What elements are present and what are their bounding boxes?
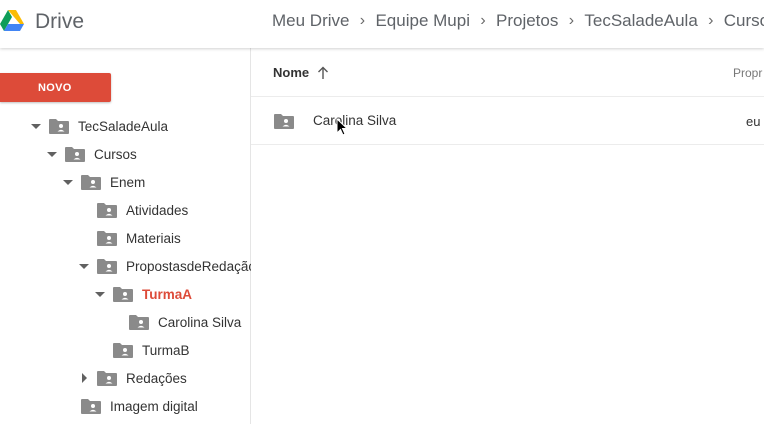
shared-folder-icon bbox=[48, 118, 70, 135]
arrow-up-icon[interactable] bbox=[317, 66, 329, 80]
chevron-right-icon: › bbox=[568, 12, 575, 29]
file-owner: eu bbox=[746, 114, 761, 129]
tree-item-label: Carolina Silva bbox=[158, 314, 242, 330]
app-title[interactable]: Drive bbox=[35, 10, 84, 34]
column-header-name-label: Nome bbox=[273, 65, 310, 80]
tree-item-cursos[interactable]: Cursos bbox=[46, 142, 137, 166]
tree-item-label: Imagem digital bbox=[110, 398, 198, 414]
chevron-right-icon: › bbox=[708, 12, 714, 29]
tree-item-label: TecSaladeAula bbox=[78, 118, 169, 134]
tree-item-label: Cursos bbox=[94, 146, 137, 162]
tree-item-carolina-silva[interactable]: Carolina Silva bbox=[110, 310, 241, 334]
shared-folder-icon bbox=[112, 342, 134, 359]
shared-folder-icon bbox=[96, 258, 118, 275]
tree-item-tecsaladeaula[interactable]: TecSaladeAula bbox=[30, 114, 168, 138]
breadcrumb-cursos[interactable]: Cursos bbox=[724, 11, 764, 31]
tree-item-enem[interactable]: Enem bbox=[62, 170, 145, 194]
tree-item-redacoes[interactable]: Redações bbox=[78, 366, 187, 390]
triangle-down-icon bbox=[47, 151, 57, 157]
tree-item-propostasderedacao[interactable]: PropostasdeRedação bbox=[78, 254, 256, 278]
table-row[interactable]: Carolina Silva eu bbox=[251, 97, 764, 145]
shared-folder-icon bbox=[96, 230, 118, 247]
column-header-name[interactable]: Nome bbox=[273, 65, 329, 80]
file-list: Nome Propr Carolina Silva eu bbox=[251, 48, 764, 424]
tree-item-label: Enem bbox=[110, 174, 146, 190]
breadcrumb-tecsaladeaula[interactable]: TecSaladeAula bbox=[584, 11, 697, 31]
shared-folder-icon bbox=[80, 398, 102, 415]
new-button[interactable]: NOVO bbox=[0, 73, 111, 102]
breadcrumb-meu-drive[interactable]: Meu Drive bbox=[272, 11, 349, 31]
triangle-right-icon bbox=[81, 373, 87, 383]
tree-item-label: TurmaB bbox=[142, 342, 190, 358]
tree-item-materiais[interactable]: Materiais bbox=[78, 226, 181, 250]
file-name: Carolina Silva bbox=[313, 113, 397, 128]
triangle-down-icon bbox=[63, 179, 73, 185]
tree-item-label: Redações bbox=[126, 370, 187, 386]
expand-toggle[interactable] bbox=[62, 176, 74, 188]
chevron-right-icon: › bbox=[480, 12, 486, 29]
expand-toggle[interactable] bbox=[78, 372, 90, 384]
sidebar: NOVO TecSaladeAula Cursos Enem Atividade… bbox=[0, 48, 256, 424]
shared-folder-icon bbox=[80, 174, 102, 191]
breadcrumb: Meu Drive › Equipe Mupi › Projetos › Tec… bbox=[272, 11, 764, 31]
shared-folder-icon bbox=[96, 202, 118, 219]
column-header-row: Nome Propr bbox=[251, 48, 764, 97]
triangle-down-icon bbox=[79, 263, 89, 269]
expand-toggle[interactable] bbox=[30, 120, 42, 132]
column-header-owner[interactable]: Propr bbox=[733, 66, 762, 80]
breadcrumb-equipe-mupi[interactable]: Equipe Mupi bbox=[375, 11, 470, 31]
tree-item-turmaa[interactable]: TurmaA bbox=[94, 282, 192, 306]
tree-item-label: Atividades bbox=[126, 202, 189, 218]
tree-item-label: TurmaA bbox=[142, 286, 193, 302]
shared-folder-icon bbox=[273, 113, 295, 130]
tree-item-label: Materiais bbox=[126, 230, 181, 246]
top-bar: Drive Meu Drive › Equipe Mupi › Projetos… bbox=[0, 0, 764, 48]
tree-item-imagem-digital[interactable]: Imagem digital bbox=[62, 394, 198, 418]
shared-folder-icon bbox=[96, 370, 118, 387]
triangle-down-icon bbox=[31, 123, 41, 129]
mouse-pointer-icon bbox=[336, 118, 348, 136]
shared-folder-icon bbox=[128, 314, 150, 331]
google-drive-logo-icon[interactable] bbox=[0, 10, 24, 32]
expand-toggle[interactable] bbox=[94, 288, 106, 300]
shared-folder-icon bbox=[64, 146, 86, 163]
chevron-right-icon: › bbox=[359, 12, 366, 29]
triangle-down-icon bbox=[95, 291, 105, 297]
expand-toggle[interactable] bbox=[46, 148, 58, 160]
tree-item-turmab[interactable]: TurmaB bbox=[94, 338, 190, 362]
breadcrumb-projetos[interactable]: Projetos bbox=[496, 11, 558, 31]
tree-item-atividades[interactable]: Atividades bbox=[78, 198, 188, 222]
shared-folder-icon bbox=[112, 286, 134, 303]
tree-item-label: PropostasdeRedação bbox=[126, 258, 256, 274]
expand-toggle[interactable] bbox=[78, 260, 90, 272]
